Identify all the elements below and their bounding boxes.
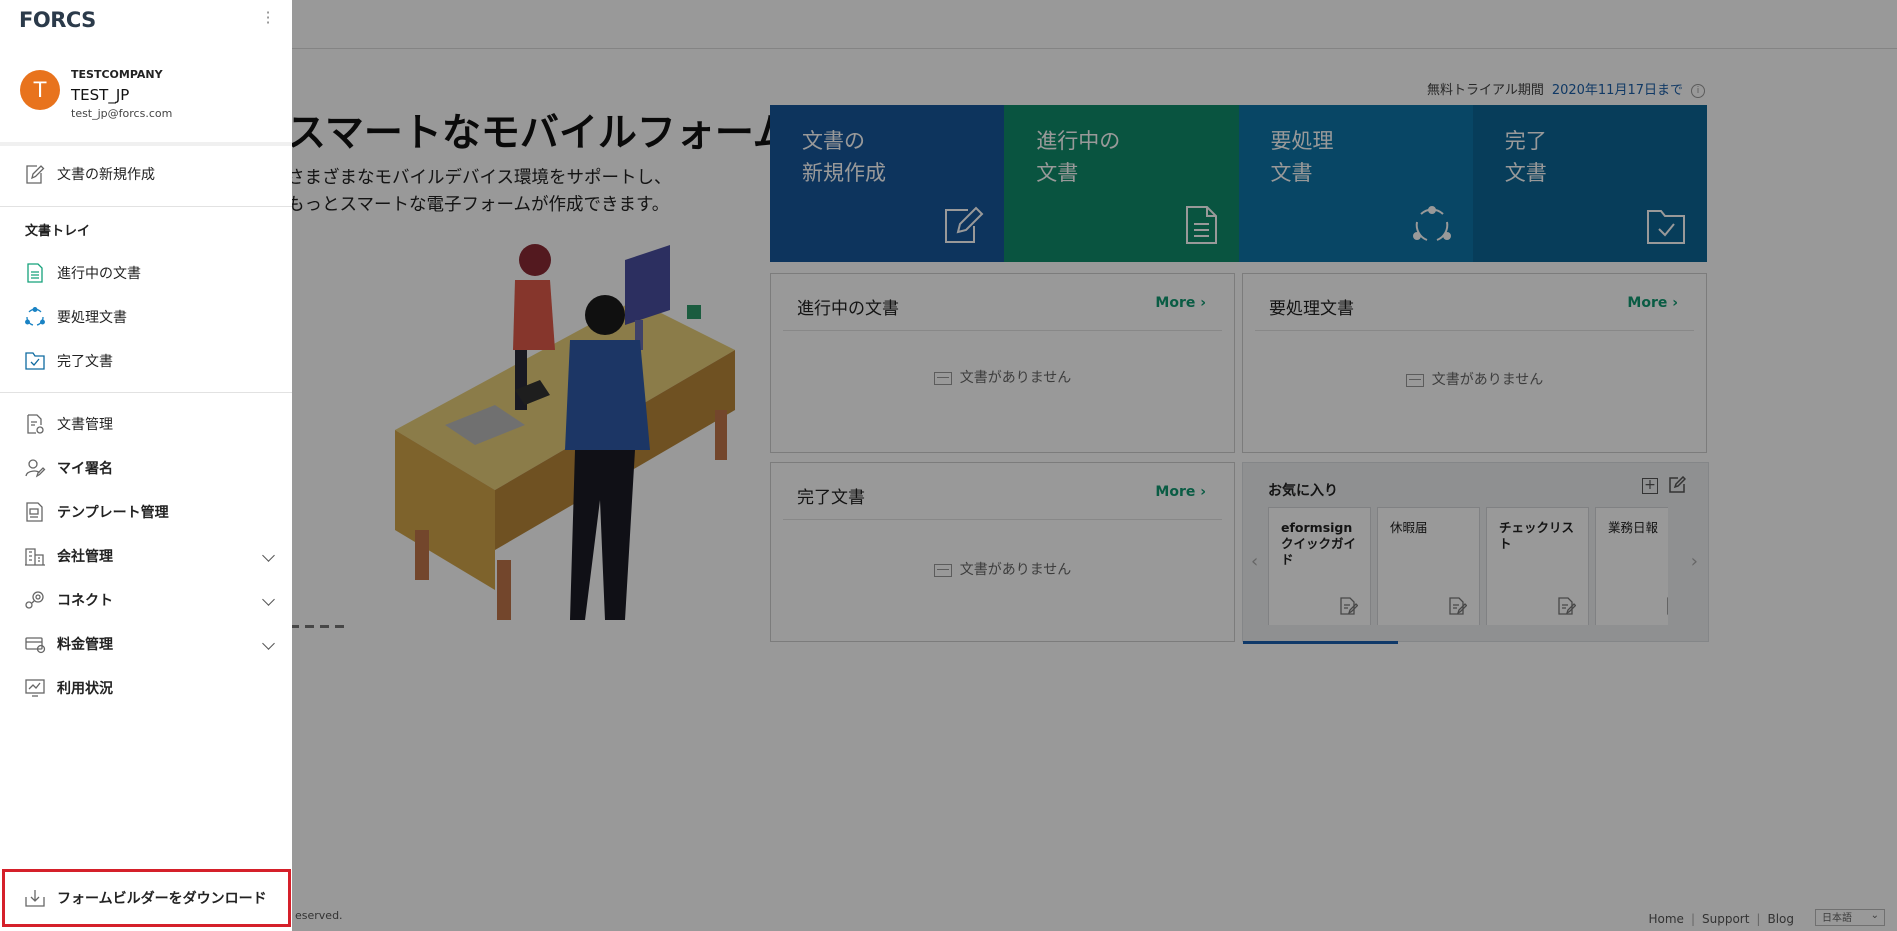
divider: [0, 142, 292, 146]
menu-label: 利用状況: [57, 681, 113, 697]
menu-action-required[interactable]: 要処理文書: [24, 305, 127, 329]
menu-new-document[interactable]: 文書の新規作成: [24, 162, 155, 186]
side-drawer: FORCS · · · T TESTCOMPANY TEST_JP test_jp@…: [0, 0, 292, 931]
menu-completed[interactable]: 完了文書: [24, 349, 113, 373]
usage-icon: [25, 679, 45, 697]
menu-my-signature[interactable]: マイ署名: [24, 456, 113, 480]
menu-label: テンプレート管理: [57, 505, 169, 521]
edit-icon: [26, 165, 45, 184]
billing-card-icon: [25, 637, 46, 654]
user-name: TEST_JP: [71, 86, 130, 104]
menu-label: フォームビルダーをダウンロード: [57, 891, 267, 907]
download-icon: [25, 890, 45, 907]
more-options-icon[interactable]: · · ·: [263, 5, 273, 31]
document-gear-icon: [27, 414, 44, 434]
folder-check-icon: [25, 352, 45, 370]
document-icon: [27, 263, 43, 283]
menu-label: 完了文書: [57, 354, 113, 370]
chevron-down-icon[interactable]: [262, 593, 275, 606]
menu-label: 文書管理: [57, 417, 113, 433]
menu-in-progress[interactable]: 進行中の文書: [24, 261, 141, 285]
menu-label: 会社管理: [57, 549, 113, 565]
forcs-logo[interactable]: FORCS: [19, 8, 96, 32]
menu-label: 料金管理: [57, 637, 113, 653]
avatar: T: [20, 70, 60, 110]
cycle-icon: [25, 307, 45, 326]
connect-gear-icon: [25, 591, 44, 609]
divider: [0, 206, 292, 207]
menu-billing-management[interactable]: 料金管理: [24, 632, 113, 656]
menu-label: 進行中の文書: [57, 266, 141, 282]
menu-label: 文書の新規作成: [57, 167, 155, 183]
chevron-down-icon[interactable]: [262, 637, 275, 650]
menu-label: コネクト: [57, 593, 113, 609]
tray-section-title: 文書トレイ: [25, 224, 91, 239]
template-icon: [26, 502, 43, 522]
building-icon: [25, 548, 45, 566]
menu-document-management[interactable]: 文書管理: [24, 412, 113, 436]
menu-label: 要処理文書: [57, 310, 127, 326]
chevron-down-icon[interactable]: [262, 549, 275, 562]
menu-connect[interactable]: コネクト: [24, 588, 113, 612]
menu-download-form-builder[interactable]: フォームビルダーをダウンロード: [24, 886, 267, 910]
user-signature-icon: [25, 459, 46, 478]
menu-label: マイ署名: [57, 461, 113, 477]
divider: [0, 392, 292, 393]
download-form-builder-highlight: フォームビルダーをダウンロード: [2, 869, 291, 927]
menu-template-management[interactable]: テンプレート管理: [24, 500, 169, 524]
menu-usage-status[interactable]: 利用状況: [24, 676, 113, 700]
menu-company-management[interactable]: 会社管理: [24, 544, 113, 568]
company-name: TESTCOMPANY: [71, 68, 163, 81]
user-email: test_jp@forcs.com: [71, 107, 173, 120]
